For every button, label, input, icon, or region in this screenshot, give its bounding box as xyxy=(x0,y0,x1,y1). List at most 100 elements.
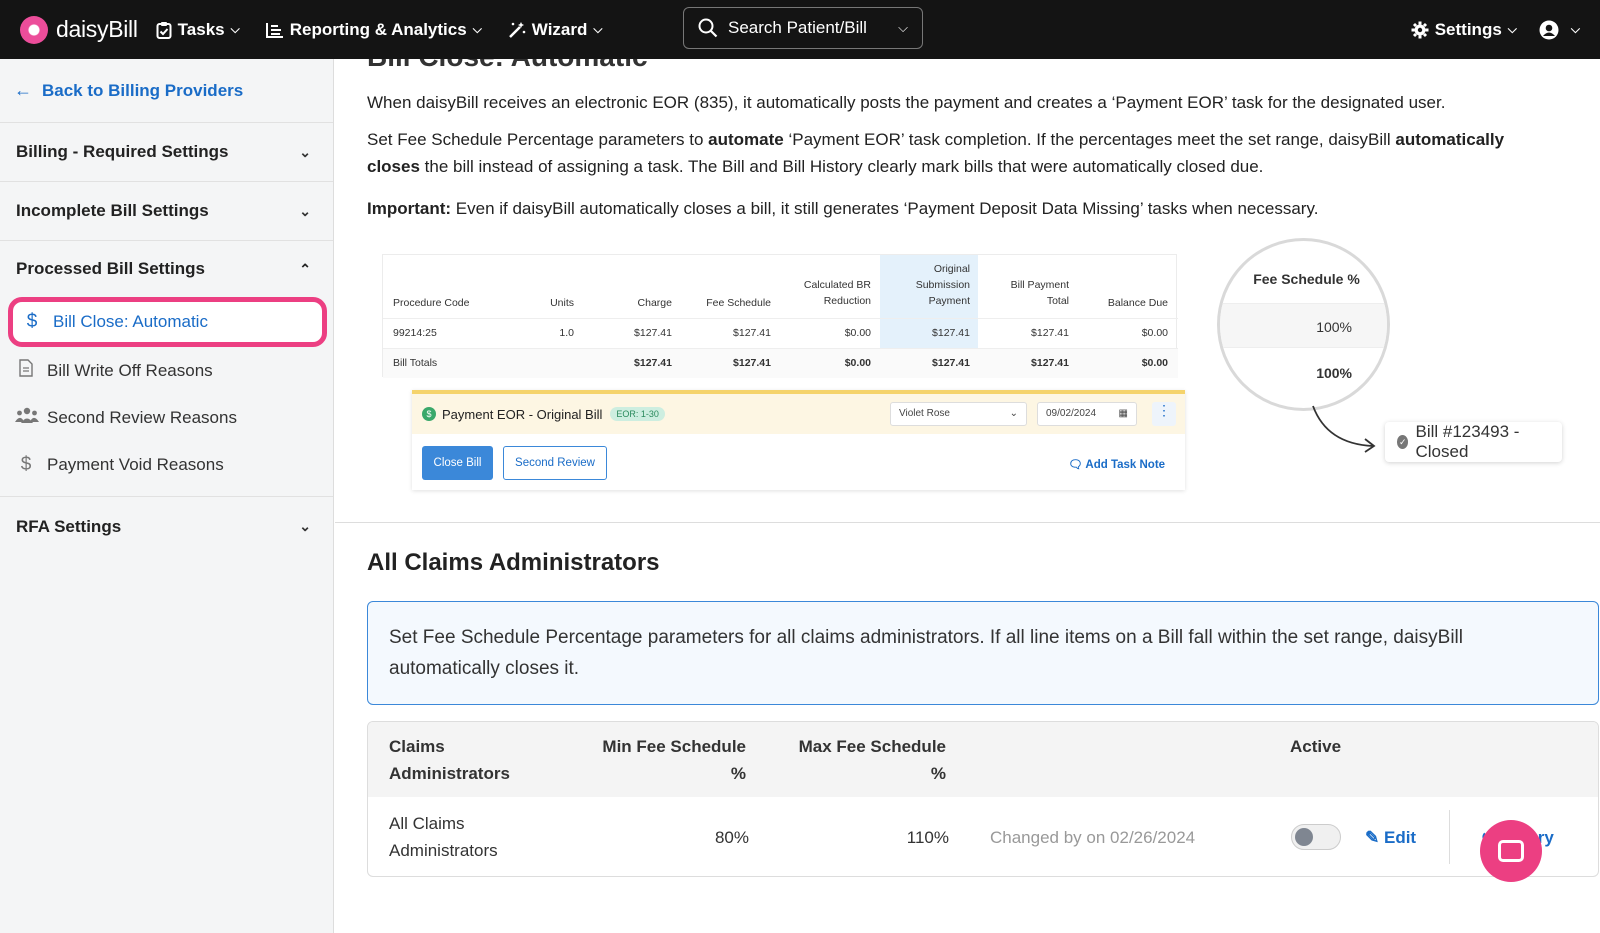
cell: $127.41 xyxy=(1031,327,1069,339)
row-max-fee: 110% xyxy=(906,828,949,847)
second-review-button[interactable]: Second Review xyxy=(503,446,607,480)
sidebar-item-label: Bill Write Off Reasons xyxy=(47,360,213,380)
header-fee-schedule: Fee Schedule xyxy=(706,297,771,309)
sidebar-section-processed-bill: Processed Bill Settings ⌃ $ Bill Close: … xyxy=(0,241,333,497)
logo-text: daisyBill xyxy=(56,16,138,42)
chevron-down-icon: ⌵ xyxy=(472,22,482,36)
chevron-down-icon: ⌵ xyxy=(593,22,603,36)
more-options-icon[interactable]: ⋮ xyxy=(1152,402,1176,426)
sidebar-item-bill-write-off-reasons[interactable]: Bill Write Off Reasons xyxy=(0,347,333,394)
cell: $0.00 xyxy=(844,327,871,339)
important-note: Important: Even if daisyBill automatical… xyxy=(367,199,1319,218)
section-label: RFA Settings xyxy=(16,516,122,536)
check-circle-icon: ✓ xyxy=(1397,435,1409,449)
column-max-fee: Max Fee Schedule% xyxy=(798,737,946,783)
magnifier-value-row: 100% xyxy=(1316,319,1352,335)
nav-settings-label: Settings xyxy=(1434,19,1502,39)
nav-tasks[interactable]: Tasks ⌵ xyxy=(156,20,240,40)
nav-wizard[interactable]: Wizard ⌵ xyxy=(508,19,603,40)
magic-wand-icon xyxy=(508,21,526,38)
magnifier-title: Fee Schedule % xyxy=(1253,271,1360,287)
sidebar-item-payment-void-reasons[interactable]: $ Payment Void Reasons xyxy=(0,441,333,488)
cell: $127.41 xyxy=(733,357,771,369)
close-bill-button[interactable]: Close Bill xyxy=(422,446,493,480)
assignee-select[interactable]: Violet Rose ⌄ xyxy=(890,402,1027,426)
header-calculated-br: Calculated BR Reduction xyxy=(803,279,871,307)
cell: $0.00 xyxy=(1141,357,1168,369)
divider xyxy=(1449,810,1450,864)
main-content: Bill Close: Automatic When daisyBill rec… xyxy=(335,59,1600,933)
bill-close-illustration: Procedure Code Units Charge Fee Schedule… xyxy=(382,238,1562,524)
settings-sidebar: ← Back to Billing Providers Billing - Re… xyxy=(0,59,334,933)
daisybill-logo[interactable]: daisyBill xyxy=(20,15,138,44)
top-right-menu: Settings ⌵ ⌵ xyxy=(1411,0,1580,59)
nav-reporting[interactable]: Reporting & Analytics ⌵ xyxy=(265,20,482,40)
sidebar-section-header[interactable]: Processed Bill Settings ⌃ xyxy=(0,241,333,297)
header-procedure-code: Procedure Code xyxy=(393,297,470,309)
search-label: Search Patient/Bill xyxy=(728,18,867,37)
bill-closed-badge: ✓ Bill #123493 - Closed xyxy=(1385,422,1562,462)
cell: Bill Totals xyxy=(393,357,438,369)
clipboard-icon xyxy=(156,21,172,39)
sidebar-section-billing-required[interactable]: Billing - Required Settings ⌄ xyxy=(0,123,333,182)
search-icon xyxy=(698,18,718,38)
arrow-left-icon: ← xyxy=(14,80,32,100)
cell: $127.41 xyxy=(634,327,672,339)
chat-support-button[interactable] xyxy=(1480,820,1542,882)
sidebar-item-bill-close-automatic[interactable]: $ Bill Close: Automatic xyxy=(8,297,327,347)
chevron-down-icon: ⌵ xyxy=(1507,22,1517,36)
cell: $127.41 xyxy=(634,357,672,369)
calendar-icon: ▦ xyxy=(1118,408,1128,419)
intro-paragraph: When daisyBill receives an electronic EO… xyxy=(367,93,1446,112)
chevron-down-icon: ⌵ xyxy=(230,22,240,36)
payment-eor-task-card: $ Payment EOR - Original Bill EOR: 1-30 … xyxy=(412,390,1185,490)
edit-link[interactable]: ✎ Edit xyxy=(1365,824,1416,851)
page-title: Bill Close: Automatic xyxy=(367,59,648,73)
chevron-down-icon: ⌵ xyxy=(1570,22,1580,36)
magnifier-row xyxy=(1220,303,1387,348)
header-units: Units xyxy=(550,297,574,309)
info-callout: Set Fee Schedule Percentage parameters f… xyxy=(367,601,1599,705)
cell: 99214:25 xyxy=(393,327,437,339)
add-task-note-link[interactable]: 🗨︎ Add Task Note xyxy=(1068,457,1165,471)
automation-paragraph: Set Fee Schedule Percentage parameters t… xyxy=(367,130,1505,176)
cell: $127.41 xyxy=(1031,357,1069,369)
nav-settings[interactable]: Settings ⌵ xyxy=(1411,20,1517,40)
task-date-field[interactable]: 09/02/2024 ▦ xyxy=(1037,402,1137,426)
user-menu[interactable]: ⌵ xyxy=(1539,20,1580,40)
claims-admin-table: Claims Administrators Min Fee Schedule% M… xyxy=(367,721,1599,877)
bill-line-items-table: Procedure Code Units Charge Fee Schedule… xyxy=(382,254,1178,378)
gear-icon xyxy=(1411,21,1429,38)
header-charge: Charge xyxy=(637,297,672,309)
cell: $0.00 xyxy=(1141,327,1168,339)
dollar-badge-icon: $ xyxy=(422,407,436,421)
row-min-fee: 80% xyxy=(714,828,749,847)
chat-icon xyxy=(1498,840,1524,862)
sidebar-section-rfa[interactable]: RFA Settings ⌄ xyxy=(0,497,333,556)
header-bill-payment-total: Bill Payment Total xyxy=(1010,279,1069,307)
active-toggle[interactable] xyxy=(1291,824,1341,850)
back-link-label: Back to Billing Providers xyxy=(42,80,244,100)
sidebar-item-second-review-reasons[interactable]: Second Review Reasons xyxy=(0,394,333,441)
chevron-down-icon: ⌄ xyxy=(1009,408,1018,419)
back-to-billing-providers-link[interactable]: ← Back to Billing Providers xyxy=(0,59,333,123)
nav-wizard-label: Wizard xyxy=(531,19,588,39)
dollar-icon: $ xyxy=(20,453,32,475)
sidebar-item-label: Second Review Reasons xyxy=(47,407,237,427)
table-header: Claims Administrators Min Fee Schedule% M… xyxy=(368,722,1598,797)
sidebar-section-incomplete-bill[interactable]: Incomplete Bill Settings ⌄ xyxy=(0,182,333,241)
header-original-submission: Original Submission Payment xyxy=(915,263,970,307)
search-patient-bill[interactable]: Search Patient/Bill ⌵ xyxy=(683,7,923,49)
row-changed-info: Changed by on 02/26/2024 xyxy=(990,828,1196,847)
sidebar-item-label: Payment Void Reasons xyxy=(47,454,224,474)
eor-tag: EOR: 1-30 xyxy=(610,407,665,421)
chart-icon xyxy=(265,22,283,38)
pencil-icon: ✎ xyxy=(1365,828,1380,847)
figure-table-header: Procedure Code Units Charge Fee Schedule… xyxy=(383,255,1178,318)
chevron-up-icon: ⌃ xyxy=(299,260,311,277)
table-row: All Claims Administrators 80% 110% Change… xyxy=(368,797,1598,876)
cell: $0.00 xyxy=(844,357,871,369)
section-label: Processed Bill Settings xyxy=(16,259,205,278)
fee-schedule-magnifier: Fee Schedule % 100% 100% xyxy=(1217,238,1390,411)
figure-table-row: 99214:25 1.0 $127.41 $127.41 $0.00 $127.… xyxy=(383,318,1178,348)
